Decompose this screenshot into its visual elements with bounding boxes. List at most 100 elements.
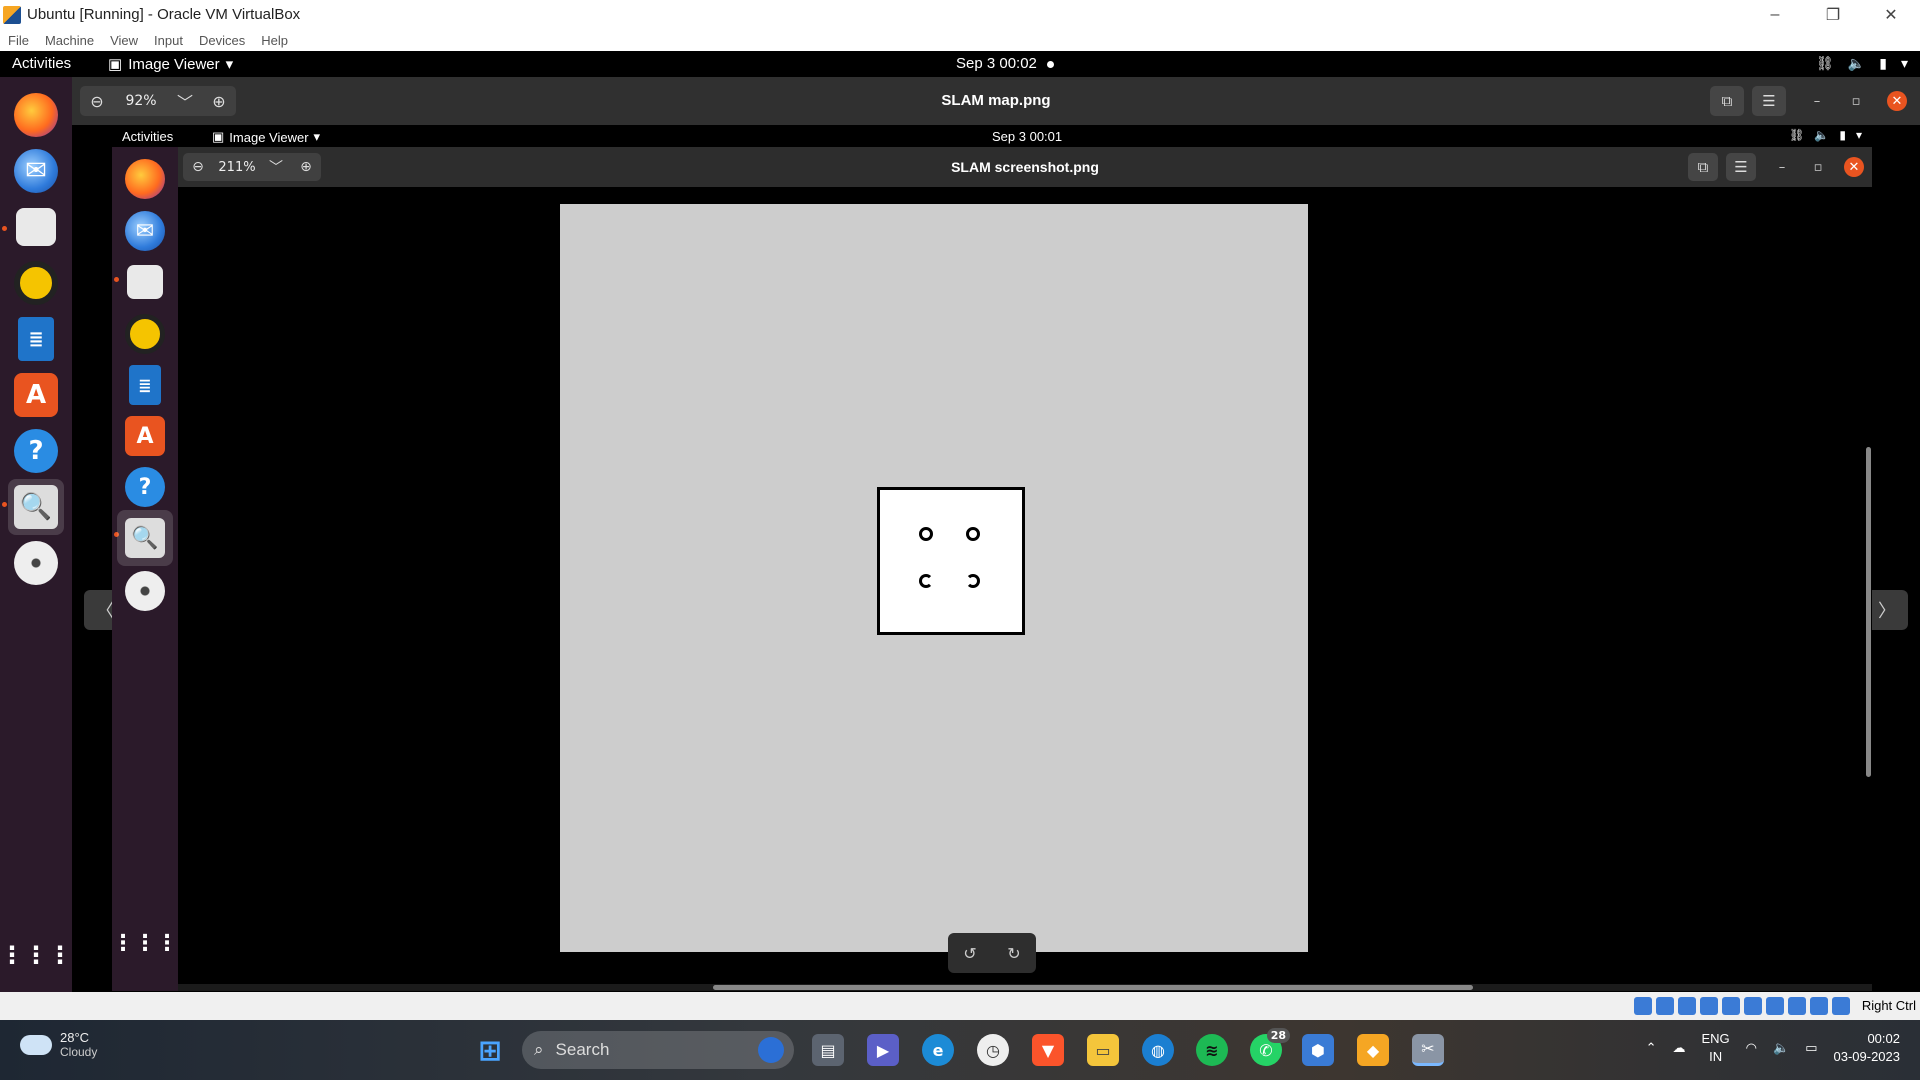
teams-icon[interactable]: ▶	[867, 1034, 899, 1066]
minimize-icon: –	[1778, 159, 1786, 175]
next-image-button[interactable]: 〉	[1866, 590, 1908, 630]
system-tray[interactable]: ⛓ 🔈 ▮ ▾	[1816, 55, 1908, 72]
clock[interactable]: Sep 3 00:02	[956, 55, 1054, 72]
image-canvas[interactable]: ↺ ↻	[178, 187, 1872, 991]
dock-show-apps[interactable]: ⋮⋮⋮	[0, 927, 72, 983]
virtualbox-taskbar-icon[interactable]: ⬢	[1302, 1034, 1334, 1066]
clock-app-icon[interactable]: ◷	[977, 1034, 1009, 1066]
image-viewer-icon: 🔍	[125, 518, 165, 558]
inner-app-menu-label: Image Viewer	[229, 129, 309, 145]
usb-icon[interactable]	[1722, 997, 1740, 1015]
display-icon[interactable]	[1766, 997, 1784, 1015]
rotate-left-icon: ↺	[963, 943, 977, 963]
dock-files[interactable]	[8, 199, 64, 255]
inner-system-tray: ⛓ 🔈 ▮ ▾	[1789, 128, 1862, 142]
displayed-screenshot: Activities ▣ Image Viewer ▾ Sep 3 00:01 …	[112, 125, 1872, 991]
disc-icon	[125, 571, 165, 611]
menu-view[interactable]: View	[102, 33, 146, 48]
language-line1: ENG	[1701, 1031, 1730, 1046]
file-explorer-icon[interactable]: ▭	[1087, 1034, 1119, 1066]
dock-thunderbird[interactable]: ✉	[8, 143, 64, 199]
image-viewer-icon: ▣	[212, 129, 225, 144]
shared-folder-icon[interactable]	[1744, 997, 1762, 1015]
menu-help[interactable]: Help	[253, 33, 296, 48]
network-icon: ⛓	[1816, 55, 1834, 71]
dock-rhythmbox[interactable]	[8, 255, 64, 311]
windows-taskbar: 28°C Cloudy ⊞ ⌕ Search ▤ ▶ e ◷ ▼ ▭ ◍ ≋ ✆…	[0, 1020, 1920, 1080]
optical-drive-icon[interactable]	[1656, 997, 1674, 1015]
files-icon	[16, 208, 56, 246]
onedrive-icon[interactable]: ☁	[1673, 1040, 1686, 1056]
menu-file[interactable]: File	[0, 33, 37, 48]
dock-disc[interactable]	[8, 535, 64, 591]
inner-dock-disc	[117, 563, 173, 619]
viewer-title: SLAM map.png	[941, 92, 1051, 109]
inner-viewer-title: SLAM screenshot.png	[951, 159, 1099, 175]
restore-button[interactable]: ❐	[1804, 0, 1862, 29]
menu-input[interactable]: Input	[146, 33, 191, 48]
whatsapp-icon[interactable]: ✆ 28	[1250, 1028, 1290, 1066]
hard-disk-icon[interactable]	[1634, 997, 1652, 1015]
slam-occupancy-map	[560, 204, 1308, 952]
running-indicator	[2, 502, 7, 507]
obstacle-marker	[966, 527, 980, 541]
brave-icon[interactable]: ▼	[1032, 1034, 1064, 1066]
search-icon: ⌕	[534, 1040, 544, 1059]
menu-devices[interactable]: Devices	[191, 33, 253, 48]
window-close-button[interactable]: ✕	[1887, 91, 1907, 111]
rhythmbox-icon	[14, 261, 58, 305]
wifi-icon[interactable]: ◠	[1746, 1040, 1757, 1056]
close-button[interactable]: ✕	[1862, 0, 1920, 29]
taskview-icon[interactable]: ▤	[812, 1034, 844, 1066]
map-app-icon[interactable]: ◍	[1142, 1034, 1174, 1066]
audio-icon[interactable]	[1678, 997, 1696, 1015]
host-window-controls: – ❐ ✕	[1746, 0, 1920, 29]
bing-icon	[758, 1037, 784, 1063]
dock-writer[interactable]: ≣	[8, 311, 64, 367]
dock-image-viewer[interactable]: 🔍	[8, 479, 64, 535]
volume-icon[interactable]: 🔈	[1773, 1040, 1789, 1056]
rhythmbox-icon	[125, 314, 165, 354]
main-menu-button[interactable]: ☰	[1752, 86, 1786, 116]
window-maximize-button[interactable]: ▫	[1846, 91, 1866, 111]
mouse-integration-icon[interactable]	[1832, 997, 1850, 1015]
vertical-scrollbar	[1866, 447, 1871, 777]
language-indicator[interactable]: ENG IN	[1702, 1030, 1730, 1066]
software-icon: A	[125, 416, 165, 456]
dock-software[interactable]: A	[8, 367, 64, 423]
battery-icon[interactable]: ▭	[1805, 1040, 1817, 1056]
obstacle-marker	[919, 574, 933, 588]
fullscreen-button[interactable]: ⧉	[1710, 86, 1744, 116]
rotate-right-icon: ↻	[1007, 943, 1021, 963]
running-indicator	[2, 226, 7, 231]
app-menu[interactable]: ▣ Image Viewer ▾	[108, 55, 233, 74]
viewer-header: ⊖ 92% ﹀ ⊕ SLAM map.png ⧉ ☰ – ▫ ✕	[72, 77, 1920, 125]
inner-dock-software: A	[117, 408, 173, 464]
vm-display[interactable]: Activities ▣ Image Viewer ▾ Sep 3 00:02 …	[0, 51, 1920, 992]
menu-machine[interactable]: Machine	[37, 33, 102, 48]
ide-icon[interactable]: ◆	[1357, 1034, 1389, 1066]
cpu-icon[interactable]	[1810, 997, 1828, 1015]
minimize-button[interactable]: –	[1746, 0, 1804, 29]
dock-firefox[interactable]	[8, 87, 64, 143]
snipping-tool-icon[interactable]: ✂	[1412, 1034, 1444, 1066]
taskbar-search[interactable]: ⌕ Search	[522, 1031, 794, 1069]
network-adapter-icon[interactable]	[1700, 997, 1718, 1015]
windows-start-button[interactable]: ⊞	[474, 1034, 506, 1067]
chevron-up-icon[interactable]: ⌃	[1646, 1040, 1657, 1056]
inner-dock: ✉ ≣ A ? 🔍 ⋮⋮⋮	[112, 147, 178, 991]
recording-icon[interactable]	[1788, 997, 1806, 1015]
activities-button[interactable]: Activities	[12, 55, 71, 72]
firefox-icon	[125, 159, 165, 199]
taskbar-clock[interactable]: 00:02 03-09-2023	[1834, 1030, 1901, 1066]
weather-widget[interactable]: 28°C Cloudy	[20, 1030, 97, 1059]
window-minimize-button[interactable]: –	[1807, 91, 1827, 111]
inner-dock-image-viewer: 🔍	[117, 510, 173, 566]
dock-help[interactable]: ?	[8, 423, 64, 479]
menu-icon: ☰	[1726, 153, 1756, 181]
app-grid-icon: ⋮⋮⋮	[112, 930, 178, 956]
spotify-icon[interactable]: ≋	[1196, 1034, 1228, 1066]
inner-dock-help: ?	[117, 459, 173, 515]
edge-icon[interactable]: e	[922, 1034, 954, 1066]
inner-activities: Activities	[122, 129, 174, 144]
